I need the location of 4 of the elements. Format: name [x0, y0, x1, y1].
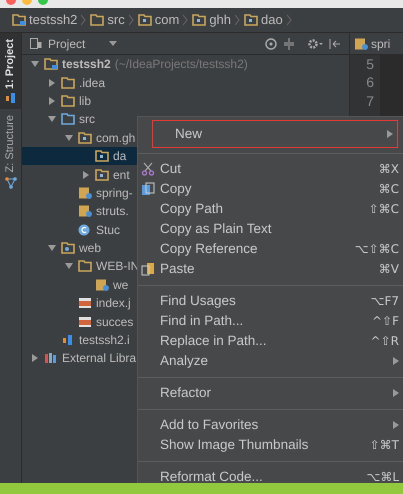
path-hint: (~/IdeaProjects/testssh2) — [114, 56, 248, 74]
line-number: 6 — [366, 73, 374, 92]
line-number: 5 — [366, 55, 374, 74]
line-number: 7 — [366, 92, 374, 110]
